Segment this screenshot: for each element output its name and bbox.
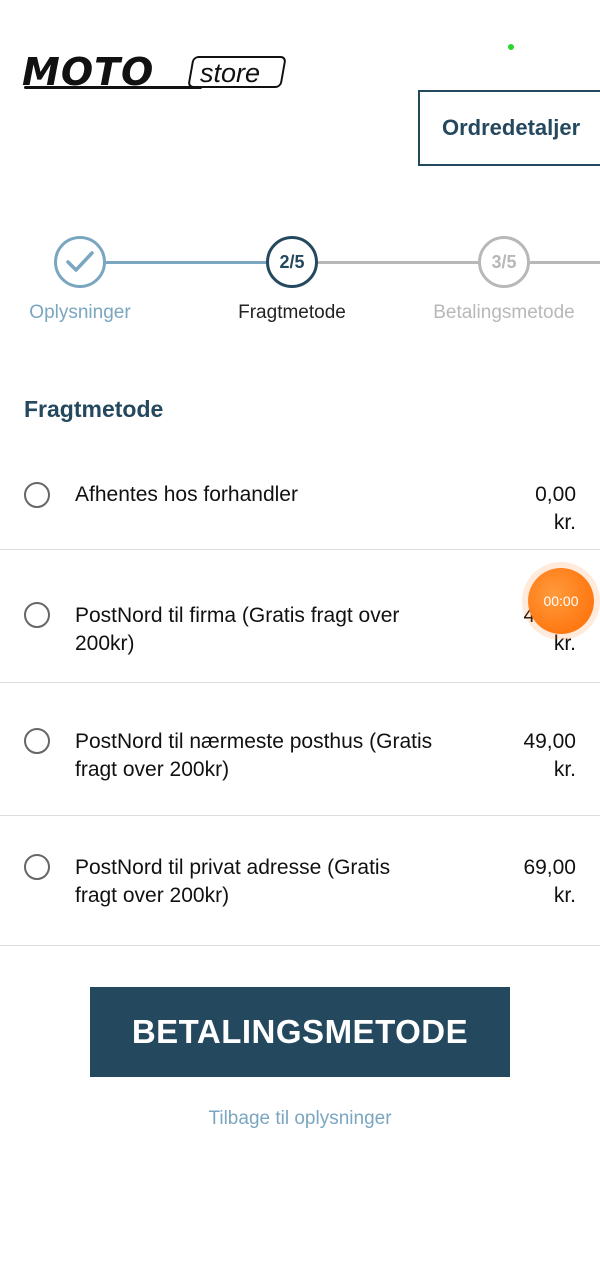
step-connector-3 <box>530 261 600 264</box>
price-unit: kr. <box>553 511 576 534</box>
logo-underline <box>24 86 202 89</box>
step-2-label: Fragtmetode <box>238 302 346 323</box>
step-2-circle: 2/5 <box>266 236 318 288</box>
shipping-name: PostNord til nærmeste posthus (Gratis fr… <box>75 730 433 781</box>
shipping-radio[interactable] <box>24 728 50 754</box>
price-value: 0,00 <box>535 483 576 506</box>
shipping-price: 0,00 kr. <box>486 481 576 537</box>
order-details-button[interactable]: Ordredetaljer <box>418 90 600 166</box>
shipping-price: 49,00 kr. <box>486 728 576 784</box>
shipping-radio[interactable] <box>24 854 50 880</box>
shipping-name: PostNord til privat adresse (Gratis frag… <box>75 856 391 907</box>
checkmark-icon <box>66 251 94 272</box>
section-title: Fragtmetode <box>24 396 164 422</box>
shipping-name: PostNord til firma (Gratis fragt over 20… <box>75 604 400 655</box>
step-1-circle[interactable] <box>54 236 106 288</box>
price-unit: kr. <box>553 632 576 655</box>
shipping-name: Afhentes hos forhandler <box>75 483 298 506</box>
logo-sub-text: store <box>200 58 261 88</box>
back-to-info-link[interactable]: Tilbage til oplysninger <box>0 1108 600 1130</box>
price-unit: kr. <box>553 758 576 781</box>
shipping-radio[interactable] <box>24 602 50 628</box>
payment-method-label: BETALINGSMETODE <box>131 1013 469 1050</box>
checkout-stepper: 2/5 3/5 Oplysninger Fragtmetode Betaling… <box>0 234 600 334</box>
status-indicator <box>508 44 514 50</box>
step-1-label[interactable]: Oplysninger <box>0 302 170 324</box>
shipping-price: 69,00 kr. <box>486 854 576 910</box>
shipping-option-private[interactable]: PostNord til privat adresse (Gratis frag… <box>0 816 600 946</box>
shipping-option-pickup[interactable]: Afhentes hos forhandler 0,00 kr. <box>0 462 600 550</box>
price-value: 69,00 <box>523 856 576 879</box>
payment-method-button[interactable]: BETALINGSMETODE <box>90 987 510 1077</box>
order-details-label: Ordredetaljer <box>442 115 581 140</box>
shipping-options-list: Afhentes hos forhandler 0,00 kr. PostNor… <box>0 462 600 946</box>
price-value: 49,00 <box>523 730 576 753</box>
shipping-radio[interactable] <box>24 482 50 508</box>
motostore-logo[interactable]: MOTO store <box>22 52 287 92</box>
step-connector-1 <box>106 261 266 264</box>
step-3-circle: 3/5 <box>478 236 530 288</box>
timer-bubble[interactable]: 00:00 <box>528 568 594 634</box>
step-2-badge: 2/5 <box>279 251 305 272</box>
step-3-badge: 3/5 <box>491 251 517 272</box>
timer-text: 00:00 <box>543 593 579 609</box>
step-3-label: Betalingsmetode <box>433 302 575 323</box>
shipping-option-posthus[interactable]: PostNord til nærmeste posthus (Gratis fr… <box>0 683 600 816</box>
price-unit: kr. <box>553 884 576 907</box>
shipping-option-company[interactable]: PostNord til firma (Gratis fragt over 20… <box>0 550 600 683</box>
step-connector-2 <box>318 261 478 264</box>
